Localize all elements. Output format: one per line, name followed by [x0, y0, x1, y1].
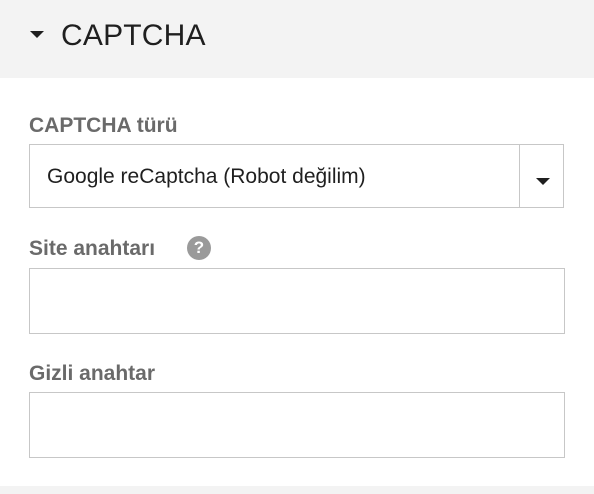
- secret-key-input[interactable]: [29, 392, 565, 458]
- select-divider: [519, 145, 520, 207]
- captcha-type-select[interactable]: Google reCaptcha (Robot değilim): [29, 144, 564, 208]
- site-key-input[interactable]: [29, 268, 565, 334]
- captcha-type-selected-value: Google reCaptcha (Robot değilim): [47, 165, 366, 188]
- question-circle-icon[interactable]: ?: [187, 236, 211, 260]
- site-key-label: Site anahtarı: [29, 237, 156, 260]
- section-title: CAPTCHA: [61, 19, 206, 52]
- captcha-section-header[interactable]: CAPTCHA: [0, 0, 594, 78]
- caret-down-icon[interactable]: [30, 31, 44, 38]
- chevron-down-icon[interactable]: [536, 178, 550, 185]
- captcha-type-label: CAPTCHA türü: [29, 114, 178, 137]
- secret-key-label: Gizli anahtar: [29, 362, 156, 385]
- section-footer-strip: [0, 486, 594, 494]
